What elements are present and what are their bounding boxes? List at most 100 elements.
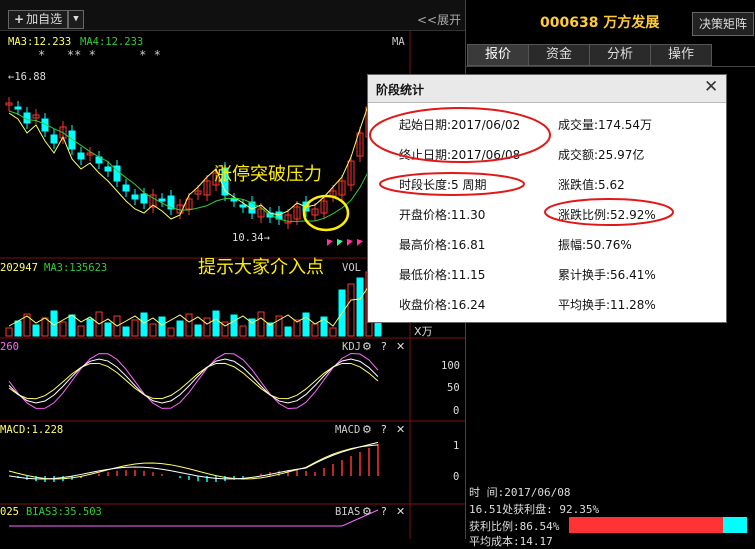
signal-markers: * ** * * * — [38, 48, 161, 62]
chip-avg-cost: 平均成本:14.17 — [469, 535, 553, 548]
vol-tag: VOL — [342, 262, 361, 274]
candle-body — [158, 198, 166, 202]
volume-bar — [68, 314, 76, 337]
volume-bar — [167, 327, 175, 337]
bias3-label: BIAS3:35.503 — [26, 506, 102, 518]
volume-bar — [41, 317, 49, 337]
volume-bar — [356, 277, 364, 337]
vol-ma3-label: MA3:135623 — [44, 262, 108, 274]
signal-flag-icon — [357, 239, 363, 246]
volume-bar — [104, 322, 112, 337]
volume-bar — [212, 310, 220, 337]
macd-close-icon[interactable]: ✕ — [396, 423, 405, 436]
signal-flag-icon — [337, 239, 343, 246]
volume-bar — [77, 325, 85, 337]
change-pct-circle — [544, 198, 674, 226]
kdj-scale-100: 100 — [441, 360, 460, 372]
volume-bar — [239, 325, 247, 337]
plus-icon: + — [14, 12, 25, 26]
chip-profit-line: 16.51处获利盘: 92.35% — [469, 503, 600, 516]
macd-scale-0: 0 — [453, 471, 460, 483]
candle-body — [77, 152, 85, 160]
macd-gear-icon[interactable]: ⚙ — [362, 423, 372, 436]
profit-ratio-bar — [569, 517, 747, 533]
volume-bar — [257, 311, 265, 337]
kdj-help-icon[interactable]: ? — [381, 340, 387, 353]
breakout-annotation: 涨停突破压力 — [214, 164, 322, 185]
signal-flag-icon — [327, 239, 333, 246]
ma3-label: MA3:12.233 — [8, 36, 72, 48]
bias-value-label: 025 — [0, 506, 19, 518]
decision-matrix-button[interactable]: 决策矩阵 — [692, 12, 754, 36]
volume-bar — [32, 324, 40, 337]
macd-value-label: MACD:1.228 — [0, 424, 64, 436]
macd-dif-line — [8, 441, 379, 480]
volume-bar — [194, 324, 202, 337]
vol-ma-line — [8, 284, 379, 327]
bias-tag: BIAS — [335, 506, 361, 518]
kdj-tag: KDJ — [342, 341, 361, 353]
volume-bar — [59, 321, 67, 337]
macd-scale-1: 1 — [453, 440, 460, 452]
stage-statistics-dialog: 阶段统计 ✕ 起始日期:2017/06/02 终止日期:2017/06/08 时… — [367, 74, 727, 323]
tab-divider — [466, 66, 755, 67]
ma-line-green — [8, 110, 379, 222]
volume-bar — [158, 316, 166, 337]
macd-help-icon[interactable]: ? — [381, 423, 387, 436]
volume-bar — [122, 326, 130, 337]
entry-annotation: 提示大家介入点 — [198, 257, 324, 278]
vol-unit-label: X万 — [414, 325, 433, 338]
volume-bar — [140, 312, 148, 337]
chip-profit-ratio: 获利比例:86.54% — [469, 520, 560, 533]
candle-body — [239, 204, 247, 208]
candle-body — [104, 166, 112, 172]
volume-bar — [5, 327, 13, 337]
signal-flag-icon — [347, 239, 353, 246]
candle-body — [50, 134, 58, 144]
tab-analysis[interactable]: 分析 — [589, 44, 651, 66]
ma-line-yellow — [8, 84, 379, 220]
volume-bar — [185, 313, 193, 337]
volume-bar — [347, 283, 355, 337]
high-price-label: ←16.88 — [8, 71, 46, 83]
volume-bar — [131, 319, 139, 337]
volume-bar — [230, 314, 238, 337]
volume-bar — [14, 320, 22, 337]
red-highlight-circles — [369, 107, 674, 226]
kdj-close-icon[interactable]: ✕ — [396, 340, 405, 353]
chip-time-label: 时 间:2017/06/08 — [469, 486, 571, 499]
volume-bar — [176, 320, 184, 337]
candle-body — [140, 193, 148, 204]
candle-body — [68, 130, 76, 150]
volume-bar — [284, 326, 292, 337]
candle-body — [122, 184, 130, 192]
profit-ratio-fill — [569, 517, 724, 533]
ma-tag: MA — [392, 36, 405, 48]
watchlist-dropdown-button[interactable]: ▼ — [68, 10, 84, 29]
candle-body — [131, 194, 139, 200]
candle-body — [230, 198, 238, 202]
kdj-scale-50: 50 — [447, 382, 460, 394]
volume-bar — [86, 318, 94, 337]
candle-body — [14, 106, 22, 110]
expand-button[interactable]: <<展开 — [417, 11, 461, 28]
add-to-watchlist-label: 加自选 — [26, 12, 63, 26]
volume-bar — [329, 327, 337, 337]
macd-dea-line — [8, 444, 379, 480]
vol-value-label: 202947 — [0, 262, 38, 274]
period-circle — [379, 172, 525, 196]
macd-tag: MACD — [335, 424, 361, 436]
kdj-scale-0: 0 — [453, 405, 460, 417]
bias-help-icon[interactable]: ? — [381, 505, 387, 518]
low-price-label: 10.34→ — [232, 232, 270, 244]
ma4-label: MA4:12.233 — [80, 36, 144, 48]
bias-gear-icon[interactable]: ⚙ — [362, 505, 372, 518]
add-to-watchlist-button[interactable]: + 加自选 — [8, 10, 69, 29]
tab-quote[interactable]: 报价 — [467, 44, 529, 66]
volume-bar — [203, 317, 211, 337]
tab-operation[interactable]: 操作 — [650, 44, 712, 66]
kdj-gear-icon[interactable]: ⚙ — [362, 340, 372, 353]
bias-close-icon[interactable]: ✕ — [396, 505, 405, 518]
volume-bar — [149, 323, 157, 337]
tab-funds[interactable]: 资金 — [528, 44, 590, 66]
